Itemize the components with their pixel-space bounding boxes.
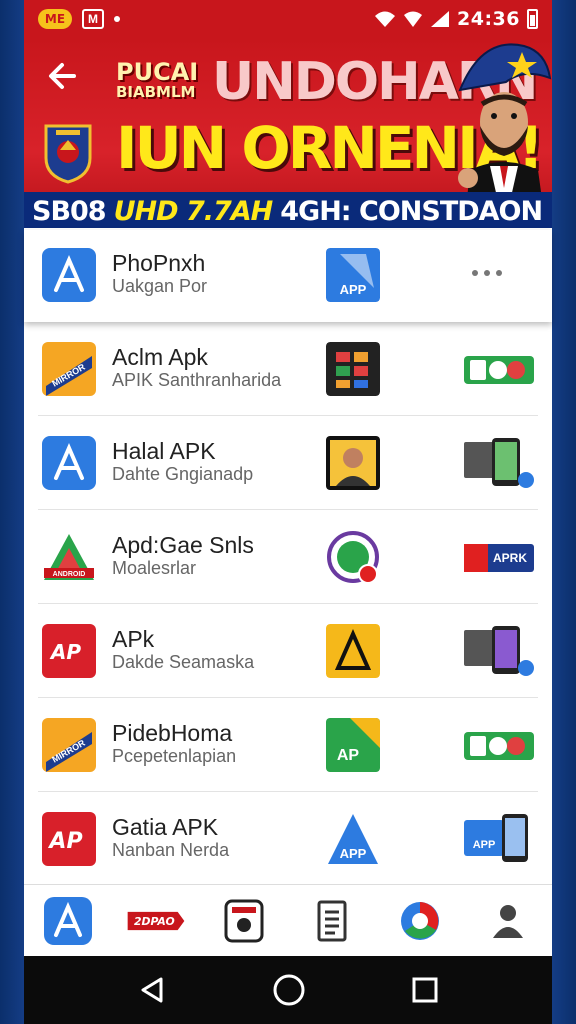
app-name: Aclm Apk bbox=[112, 344, 208, 370]
app-name: PhoPnxh bbox=[112, 250, 206, 276]
nav-profile-icon[interactable] bbox=[478, 895, 538, 947]
banner-small-line2: BIABMLM bbox=[116, 83, 196, 102]
notification-badge-icon: ME bbox=[38, 9, 72, 29]
android-app-icon: ANDROID bbox=[42, 530, 96, 584]
app-subtitle: Moalesrlar bbox=[112, 558, 197, 578]
app-phone-label: APP bbox=[473, 839, 496, 851]
toggle-badge-icon bbox=[462, 718, 534, 772]
portrait-thumbnail-icon bbox=[326, 436, 380, 490]
list-item[interactable]: PhoPnxh Uakgan Por APP bbox=[24, 230, 552, 322]
system-back-icon[interactable] bbox=[137, 975, 167, 1005]
row-divider bbox=[38, 791, 538, 792]
app-name: APk bbox=[112, 626, 155, 652]
app-name: Gatia APK bbox=[112, 814, 219, 840]
aprk-badge-label: APRK bbox=[493, 551, 527, 565]
app-subtitle: Uakgan Por bbox=[112, 276, 208, 296]
row-divider bbox=[38, 509, 538, 510]
nav-photo-icon[interactable] bbox=[214, 895, 274, 947]
app-badge-label: APP bbox=[340, 846, 367, 861]
tablet-phone-icon bbox=[462, 624, 534, 678]
app-store-icon bbox=[42, 248, 96, 302]
banner-small-text: PUCAI BIABMLM bbox=[116, 58, 199, 102]
aprk-badge-icon: APRK bbox=[462, 530, 534, 584]
battery-icon bbox=[527, 9, 538, 29]
banner-strip-b: UHD 7.7AH bbox=[113, 195, 274, 227]
system-navigation-bar bbox=[24, 956, 552, 1024]
app-subtitle: Pcepetenlapian bbox=[112, 746, 237, 766]
clock-time: 24:36 bbox=[457, 8, 520, 30]
wifi-alt-icon bbox=[404, 11, 423, 27]
nav-app-store-icon[interactable] bbox=[38, 895, 98, 947]
nav-brand-logo[interactable]: 2DPAO bbox=[126, 895, 186, 947]
app-name: Apd:Gae Snls bbox=[112, 532, 254, 558]
grid-app-icon bbox=[326, 342, 380, 396]
app-subtitle: APIK Santhranharida bbox=[112, 370, 282, 390]
nav-brand-label: 2DPAO bbox=[134, 915, 175, 928]
more-options-icon[interactable] bbox=[472, 266, 520, 280]
signal-icon bbox=[431, 11, 450, 27]
banner-strip: SB08 UHD 7.7AH 4GH: CONSTDAON bbox=[24, 192, 552, 228]
banner-strip-c: 4GH: CONSTDAON bbox=[280, 195, 543, 227]
app-subtitle: Dakde Seamaska bbox=[112, 652, 255, 672]
tablet-phone-icon bbox=[462, 436, 534, 490]
list-item[interactable]: AP Gatia APK Nanban Nerda APP APP bbox=[24, 794, 552, 886]
banner-small-line1: PUCAI bbox=[116, 58, 199, 86]
app-phone-icon: APP bbox=[462, 812, 534, 866]
banner-strip-a: SB08 bbox=[32, 195, 107, 227]
app-subtitle: Nanban Nerda bbox=[112, 840, 230, 860]
app-store-icon bbox=[42, 436, 96, 490]
back-arrow-icon[interactable] bbox=[44, 58, 80, 94]
mirror-app-icon: MIRROR bbox=[42, 718, 96, 772]
phone-screen: ME M 24:36 PUCAI BIABMLM UNDOHARN IUN OR… bbox=[24, 0, 552, 1024]
system-recents-icon[interactable] bbox=[411, 976, 439, 1004]
wifi-icon bbox=[375, 11, 396, 27]
toggle-badge-icon bbox=[462, 342, 534, 396]
nav-browser-icon[interactable] bbox=[390, 895, 450, 947]
green-ap-icon: AP bbox=[326, 718, 380, 772]
app-badge-icon: APP bbox=[326, 248, 380, 302]
list-item[interactable]: MIRROR Aclm Apk APIK Santhranharida bbox=[24, 324, 552, 416]
round-globe-icon bbox=[326, 530, 380, 584]
list-item[interactable]: ANDROID Apd:Gae Snls Moalesrlar APRK bbox=[24, 512, 552, 604]
nav-document-icon[interactable] bbox=[302, 895, 362, 947]
green-ap-label: AP bbox=[337, 747, 360, 764]
mirror-app-icon: MIRROR bbox=[42, 342, 96, 396]
ap-red-label: AP bbox=[49, 640, 81, 664]
list-item[interactable]: Halal APK Dahte Gngianadp bbox=[24, 418, 552, 510]
status-bar: ME M 24:36 bbox=[24, 0, 552, 38]
list-item[interactable]: MIRROR PidebHoma Pcepetenlapian AP bbox=[24, 700, 552, 792]
ap-red-label: AP bbox=[47, 829, 82, 854]
app-name: Halal APK bbox=[112, 438, 216, 464]
ap-red-icon: AP bbox=[42, 624, 96, 678]
ap-red-icon: AP bbox=[42, 812, 96, 866]
app-badge-label: APP bbox=[340, 282, 367, 297]
system-home-icon[interactable] bbox=[272, 973, 306, 1007]
app-subtitle: Dahte Gngianadp bbox=[112, 464, 254, 484]
list-item[interactable]: AP APk Dakde Seamaska bbox=[24, 606, 552, 698]
yellow-a-icon bbox=[326, 624, 380, 678]
notification-dot-icon bbox=[114, 16, 120, 22]
bottom-nav: 2DPAO bbox=[24, 884, 552, 956]
row-divider bbox=[38, 415, 538, 416]
promo-banner[interactable]: PUCAI BIABMLM UNDOHARN IUN ORNENIA! SB08… bbox=[24, 38, 552, 228]
emblem-shield-icon bbox=[44, 124, 92, 184]
row-divider bbox=[38, 603, 538, 604]
gmail-icon: M bbox=[82, 9, 104, 29]
row-divider bbox=[38, 697, 538, 698]
android-app-label: ANDROID bbox=[53, 571, 86, 578]
app-name: PidebHoma bbox=[112, 720, 233, 746]
app-badge-icon: APP bbox=[326, 812, 380, 866]
